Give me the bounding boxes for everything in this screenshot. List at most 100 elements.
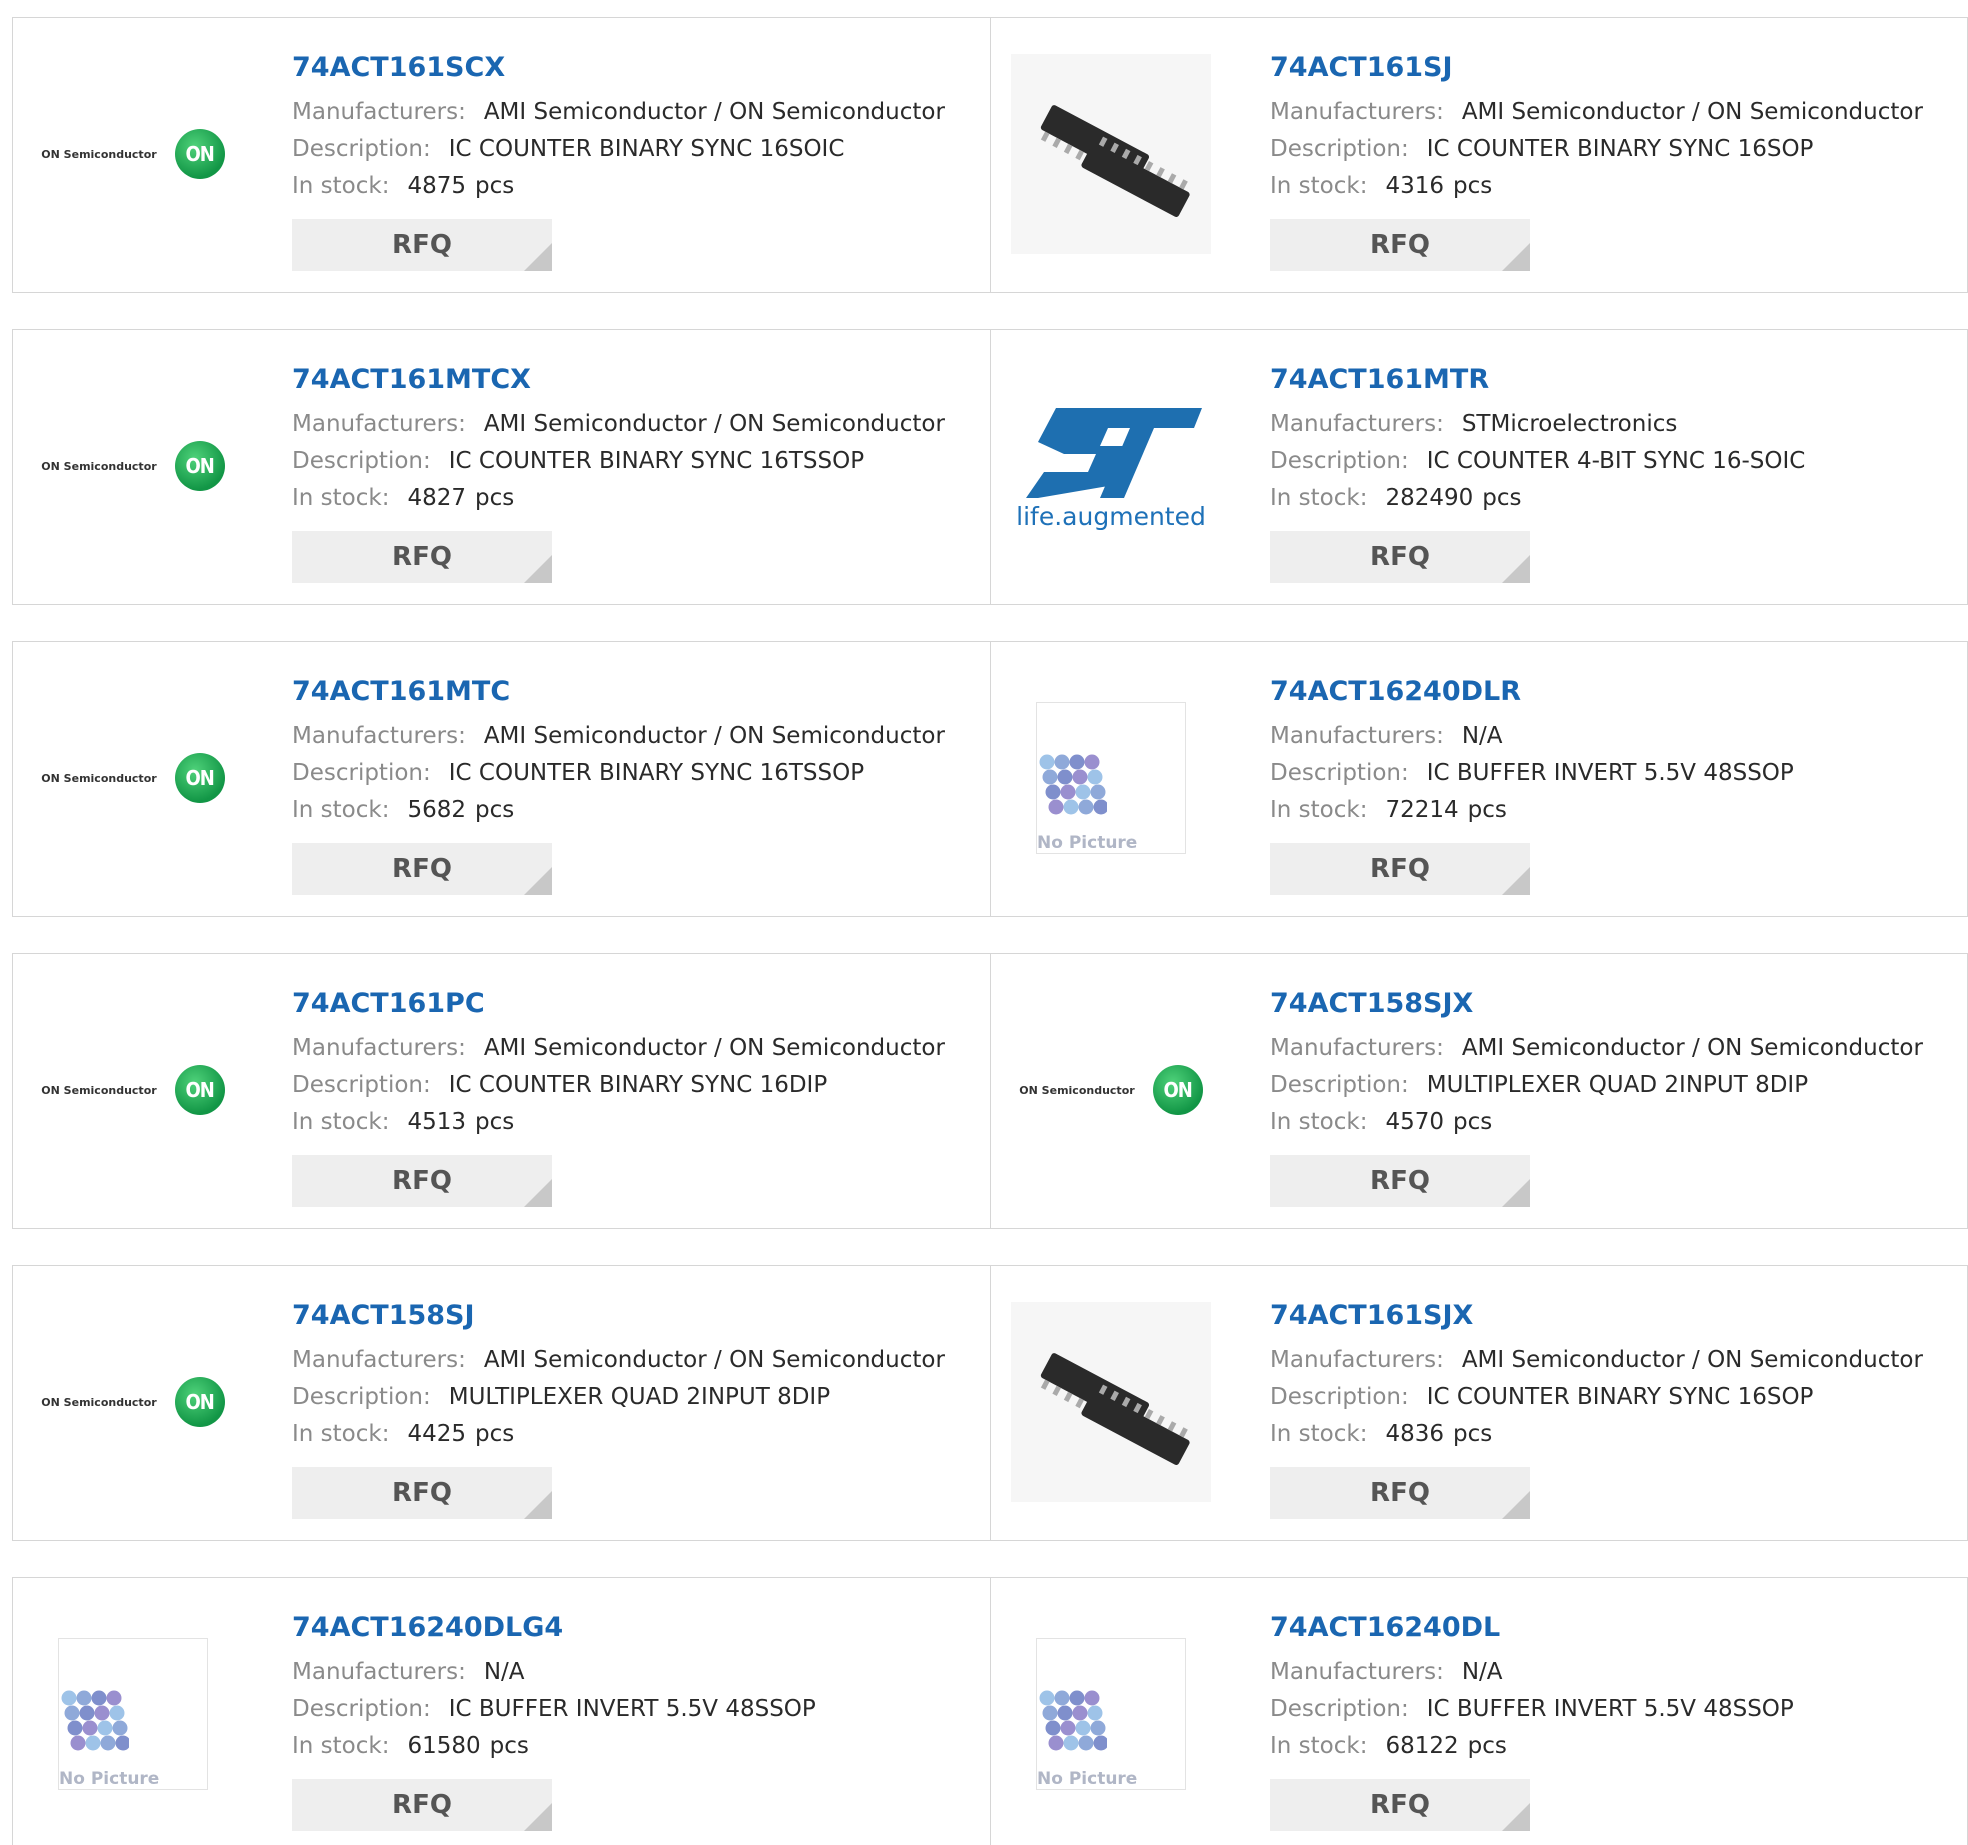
stock-line-label: In stock:	[1270, 1421, 1368, 1447]
stock-line-label: In stock:	[292, 485, 390, 511]
description-line-label: Description:	[1270, 448, 1409, 474]
description-line-value: MULTIPLEXER QUAD 2INPUT 8DIP	[1426, 1072, 1809, 1098]
rfq-button[interactable]: RFQ	[1270, 1779, 1530, 1831]
stock-line: In stock: 4513 pcs	[292, 1104, 980, 1141]
product-part-number-link[interactable]: 74ACT161MTCX	[292, 360, 980, 400]
product-part-number-link[interactable]: 74ACT161SJX	[1270, 1296, 1958, 1336]
product-image[interactable]: ON Semiconductor ON	[33, 1302, 233, 1502]
product-part-number-link[interactable]: 74ACT16240DL	[1270, 1608, 1958, 1648]
rfq-button-label: RFQ	[392, 1478, 452, 1508]
description-line-value: IC BUFFER INVERT 5.5V 48SSOP	[1426, 760, 1794, 786]
stock-line-value: 5682	[407, 797, 467, 823]
no-picture-label: No Picture	[1037, 833, 1138, 853]
product-image[interactable]: No Picture	[1011, 678, 1211, 878]
product-part-number-link[interactable]: 74ACT161SCX	[292, 48, 980, 88]
rfq-button[interactable]: RFQ	[1270, 843, 1530, 895]
rfq-button[interactable]: RFQ	[1270, 531, 1530, 583]
rfq-button[interactable]: RFQ	[292, 219, 552, 271]
product-image[interactable]: ON Semiconductor ON	[33, 990, 233, 1190]
description-line-value: IC COUNTER 4-BIT SYNC 16-SOIC	[1426, 448, 1806, 474]
rfq-button[interactable]: RFQ	[292, 1155, 552, 1207]
manufacturer-line: Manufacturers: STMicroelectronics	[1270, 406, 1958, 443]
rfq-button[interactable]: RFQ	[292, 531, 552, 583]
rfq-button[interactable]: RFQ	[1270, 219, 1530, 271]
product-image[interactable]	[1011, 54, 1211, 254]
rfq-button[interactable]: RFQ	[1270, 1155, 1530, 1207]
rfq-corner-decoration	[524, 1491, 552, 1519]
stock-unit: pcs	[1482, 485, 1522, 511]
description-line-label: Description:	[292, 448, 431, 474]
description-line-label: Description:	[292, 1696, 431, 1722]
stock-line: In stock: 68122 pcs	[1270, 1728, 1958, 1765]
product-image[interactable]	[1011, 1302, 1211, 1502]
manufacturer-line-label: Manufacturers:	[1270, 411, 1444, 437]
product-info: 74ACT161PC Manufacturers: AMI Semiconducto…	[292, 984, 980, 1207]
product-part-number-link[interactable]: 74ACT158SJ	[292, 1296, 980, 1336]
rfq-button[interactable]: RFQ	[292, 1779, 552, 1831]
stock-line-label: In stock:	[1270, 797, 1368, 823]
stock-line-label: In stock:	[292, 1421, 390, 1447]
description-line-label: Description:	[1270, 760, 1409, 786]
manufacturer-line-value: STMicroelectronics	[1461, 411, 1678, 437]
ic-chip-photo	[1011, 1302, 1211, 1502]
product-image[interactable]: ON Semiconductor ON	[33, 366, 233, 566]
on-semiconductor-logo-text: ON Semiconductor	[41, 147, 157, 161]
description-line: Description: MULTIPLEXER QUAD 2INPUT 8DIP	[1270, 1067, 1958, 1104]
product-info: 74ACT161SCX Manufacturers: AMI Semiconduct…	[292, 48, 980, 271]
rfq-corner-decoration	[1502, 1803, 1530, 1831]
rfq-button-label: RFQ	[1370, 230, 1430, 260]
product-card: No Picture 74ACT16240DLR Manufacturers: N/A…	[990, 642, 1968, 916]
description-line-value: IC COUNTER BINARY SYNC 16TSSOP	[448, 448, 865, 474]
product-part-number-link[interactable]: 74ACT16240DLR	[1270, 672, 1958, 712]
rfq-button-label: RFQ	[1370, 854, 1430, 884]
product-card: No Picture 74ACT16240DLG4 Manufacturers: N/…	[13, 1578, 990, 1845]
no-picture-icon	[61, 1690, 129, 1751]
product-part-number-link[interactable]: 74ACT161MTR	[1270, 360, 1958, 400]
rfq-button[interactable]: RFQ	[1270, 1467, 1530, 1519]
on-logo-mark: ON	[174, 1377, 225, 1427]
stock-line-value: 282490	[1385, 485, 1474, 511]
product-image[interactable]: ON Semiconductor ON	[1011, 990, 1211, 1190]
rfq-corner-decoration	[524, 1803, 552, 1831]
manufacturer-line-label: Manufacturers:	[292, 1035, 466, 1061]
description-line-label: Description:	[292, 760, 431, 786]
rfq-button[interactable]: RFQ	[292, 1467, 552, 1519]
on-semiconductor-logo-text: ON Semiconductor	[41, 1395, 157, 1409]
stock-line-label: In stock:	[1270, 173, 1368, 199]
product-image[interactable]: No Picture	[33, 1614, 233, 1814]
product-info: 74ACT16240DL Manufacturers: N/A Description…	[1270, 1608, 1958, 1831]
description-line: Description: IC BUFFER INVERT 5.5V 48SSOP	[1270, 1691, 1958, 1728]
product-part-number-link[interactable]: 74ACT16240DLG4	[292, 1608, 980, 1648]
no-picture-placeholder: No Picture	[1036, 1638, 1186, 1790]
manufacturer-line: Manufacturers: AMI Semiconductor / ON Sem…	[292, 406, 980, 443]
product-card: life.augmented 74ACT161MTR Manufacturers: S…	[990, 330, 1968, 604]
product-image[interactable]: ON Semiconductor ON	[33, 54, 233, 254]
description-line: Description: IC COUNTER BINARY SYNC 16SOI…	[292, 131, 980, 168]
product-card: ON Semiconductor ON 74ACT161SCX Manufacture…	[13, 18, 990, 292]
manufacturer-line-label: Manufacturers:	[1270, 1347, 1444, 1373]
on-semiconductor-logo: ON Semiconductor ON	[41, 441, 225, 491]
product-row: ON Semiconductor ON 74ACT158SJ Manufacturer…	[12, 1265, 1968, 1541]
stock-line-label: In stock:	[1270, 485, 1368, 511]
manufacturer-line: Manufacturers: AMI Semiconductor / ON Sem…	[292, 1030, 980, 1067]
product-info: 74ACT16240DLG4 Manufacturers: N/A Descripti…	[292, 1608, 980, 1831]
rfq-button[interactable]: RFQ	[292, 843, 552, 895]
product-info: 74ACT161SJX Manufacturers: AMI Semiconduct…	[1270, 1296, 1958, 1519]
product-image[interactable]: ON Semiconductor ON	[33, 678, 233, 878]
on-logo-mark: ON	[1152, 1065, 1203, 1115]
stock-unit: pcs	[1453, 173, 1493, 199]
product-part-number-link[interactable]: 74ACT161MTC	[292, 672, 980, 712]
description-line-value: IC BUFFER INVERT 5.5V 48SSOP	[1426, 1696, 1794, 1722]
manufacturer-line-label: Manufacturers:	[1270, 723, 1444, 749]
product-image[interactable]: No Picture	[1011, 1614, 1211, 1814]
product-part-number-link[interactable]: 74ACT161SJ	[1270, 48, 1958, 88]
rfq-corner-decoration	[524, 555, 552, 583]
stock-line-value: 4875	[407, 173, 467, 199]
product-image[interactable]: life.augmented	[1011, 366, 1211, 566]
stock-line: In stock: 5682 pcs	[292, 792, 980, 829]
manufacturer-line-label: Manufacturers:	[1270, 1659, 1444, 1685]
manufacturer-line: Manufacturers: N/A	[292, 1654, 980, 1691]
stock-line-value: 68122	[1385, 1733, 1459, 1759]
product-part-number-link[interactable]: 74ACT161PC	[292, 984, 980, 1024]
product-part-number-link[interactable]: 74ACT158SJX	[1270, 984, 1958, 1024]
